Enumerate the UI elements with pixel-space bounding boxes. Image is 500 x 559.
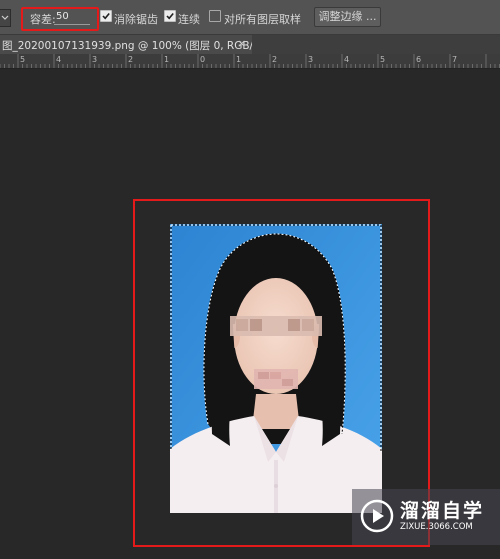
ruler-label: 6: [416, 55, 421, 64]
checkbox-check-icon: [166, 12, 174, 20]
tolerance-highlight-box: [21, 7, 99, 31]
contiguous-label: 连续: [178, 13, 200, 26]
checkbox-check-icon: [102, 12, 110, 20]
ruler-label: 4: [56, 55, 61, 64]
ruler-label: 3: [308, 55, 313, 64]
watermark-url: ZIXUE.3066.COM: [400, 522, 473, 532]
ruler-label: 3: [92, 55, 97, 64]
document-tab-strip: 图_20200107131939.png @ 100% (图层 0, RGB/8…: [0, 35, 500, 54]
play-logo-icon: [360, 499, 394, 533]
document-tab[interactable]: 图_20200107131939.png @ 100% (图层 0, RGB/8…: [0, 35, 252, 54]
anti-alias-label: 消除锯齿: [114, 13, 158, 26]
contiguous-checkbox[interactable]: [164, 10, 176, 22]
watermark-name: 溜溜自学: [400, 500, 485, 522]
canvas-area[interactable]: 溜溜自学 ZIXUE.3066.COM: [0, 69, 500, 559]
ruler-label: 5: [380, 55, 385, 64]
refine-edge-button[interactable]: 调整边缘 ...: [314, 7, 381, 27]
ruler-label: 4: [344, 55, 349, 64]
close-icon[interactable]: ×: [237, 37, 246, 50]
sample-all-layers-checkbox[interactable]: [209, 10, 221, 22]
watermark: 溜溜自学 ZIXUE.3066.COM: [352, 489, 500, 545]
horizontal-ruler: 5 4 3 2 1 0 1 2 3 4 5 6 7: [0, 54, 500, 69]
ruler-label: 2: [128, 55, 133, 64]
sample-all-layers-label: 对所有图层取样: [224, 13, 301, 26]
ruler-label: 1: [236, 55, 241, 64]
document-tab-title: 图_20200107131939.png @ 100% (图层 0, RGB/8…: [2, 40, 252, 52]
tool-preset-dropdown[interactable]: [0, 9, 11, 27]
ruler-label: 7: [452, 55, 457, 64]
ruler-label: 1: [164, 55, 169, 64]
chevron-down-icon: [1, 15, 9, 20]
ruler-ticks: 5 4 3 2 1 0 1 2 3 4 5 6 7: [0, 54, 500, 68]
ruler-label: 0: [200, 55, 205, 64]
ruler-label: 5: [20, 55, 25, 64]
ruler-label: 2: [272, 55, 277, 64]
anti-alias-checkbox[interactable]: [100, 10, 112, 22]
